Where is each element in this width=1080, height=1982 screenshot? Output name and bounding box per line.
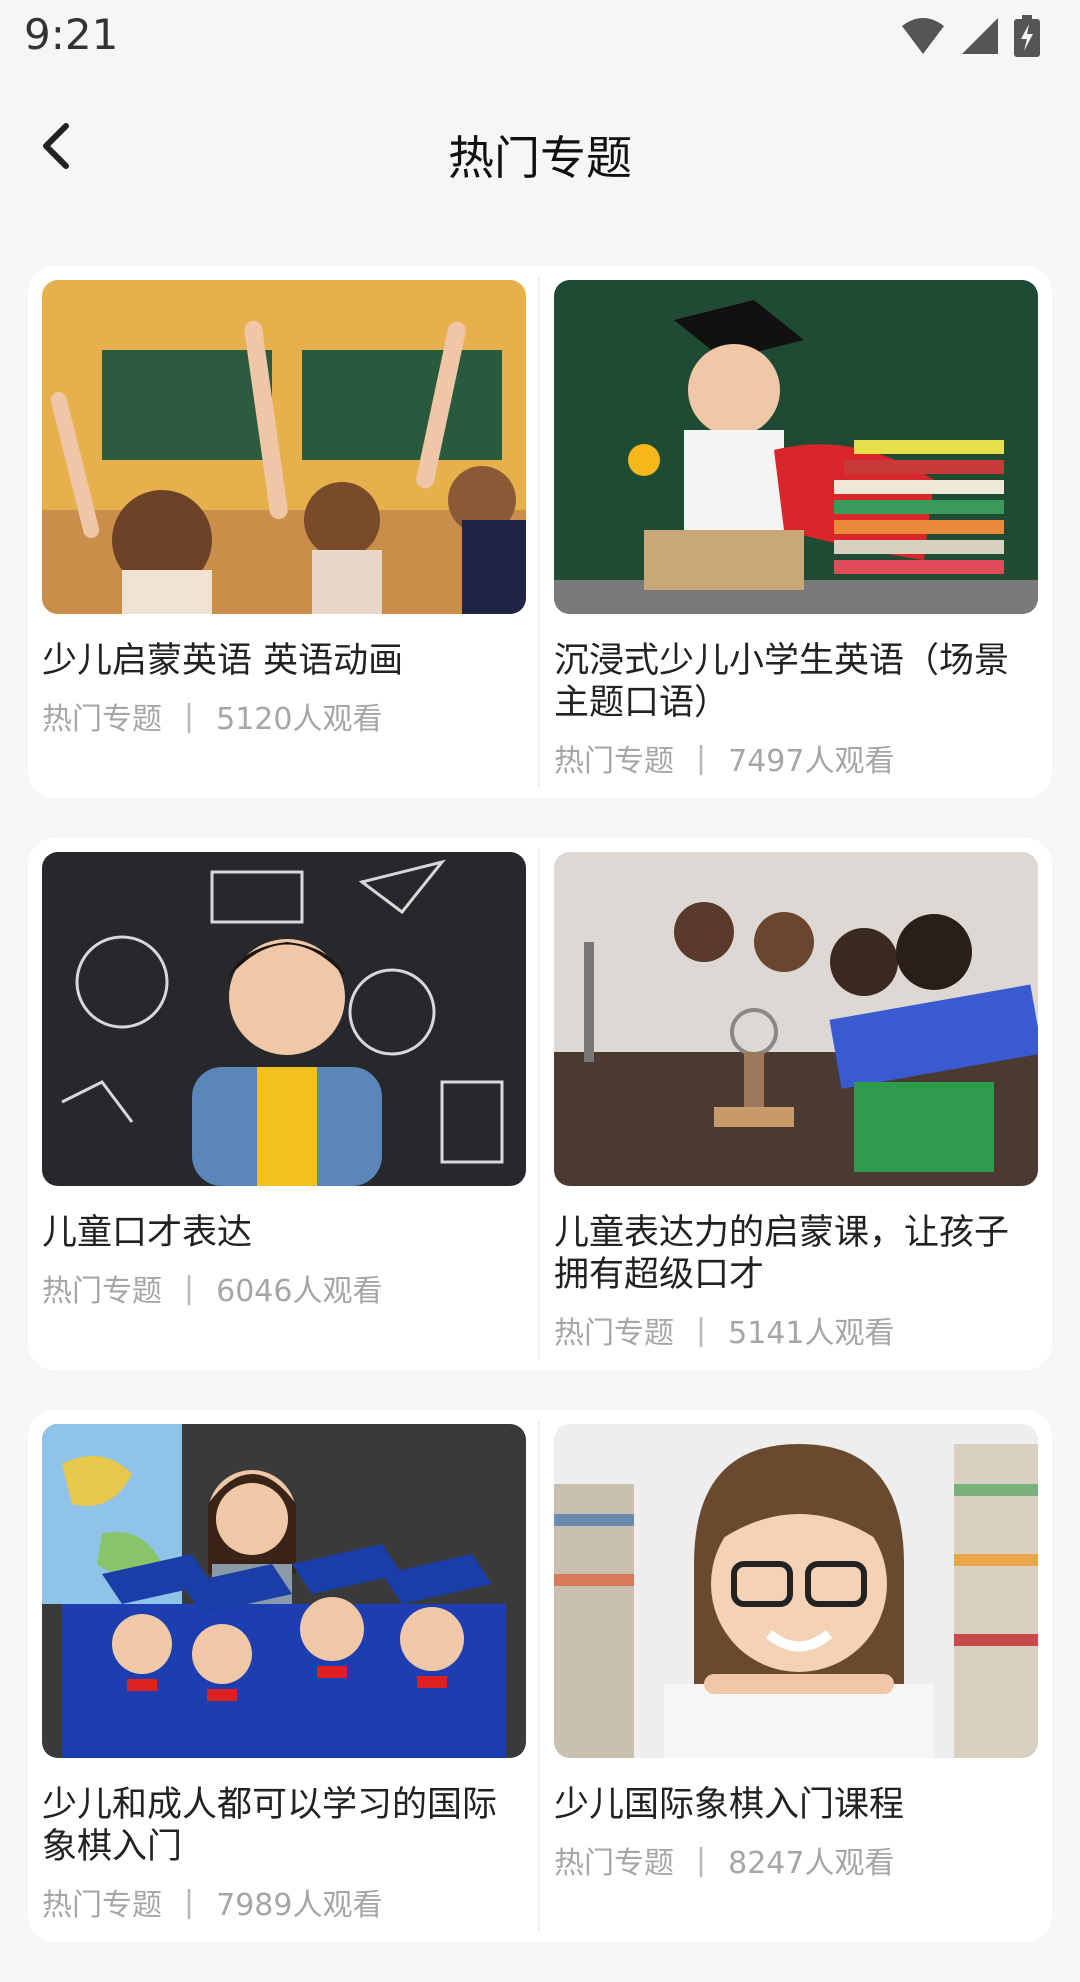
card-category: 热门专题 xyxy=(554,1846,674,1881)
card-meta: 热门专题 | 6046人观看 xyxy=(42,1266,526,1310)
card-row: 少儿和成人都可以学习的国际象棋入门 热门专题 | 7989人观看 少儿国际象棋入… xyxy=(28,1410,1052,1942)
topic-grid: 少儿启蒙英语 英语动画 热门专题 | 5120人观看 沉浸式少儿小学生英语（场景… xyxy=(28,266,1052,1982)
card-category: 热门专题 xyxy=(554,744,674,779)
card-category: 热门专题 xyxy=(42,702,162,737)
card-views: 5120人观看 xyxy=(216,702,383,737)
card-title: 沉浸式少儿小学生英语（场景主题口语） xyxy=(554,641,1010,723)
app-bar: 热门专题 xyxy=(0,76,1080,232)
status-time: 9:21 xyxy=(24,10,119,59)
card-title: 少儿国际象棋入门课程 xyxy=(554,1785,905,1825)
row-divider xyxy=(538,1420,540,1932)
row-divider xyxy=(538,848,540,1360)
card-views: 6046人观看 xyxy=(216,1274,383,1309)
wifi-icon xyxy=(902,18,944,54)
status-icons xyxy=(900,14,1040,58)
card-meta: 热门专题 | 7497人观看 xyxy=(554,736,1038,780)
topic-thumbnail xyxy=(554,280,1038,614)
cell-signal-icon xyxy=(962,18,998,54)
meta-separator: | xyxy=(696,1312,707,1348)
topic-thumbnail xyxy=(42,852,526,1186)
card-row: 儿童口才表达 热门专题 | 6046人观看 儿童表达力的启蒙课，让孩子拥有超级口… xyxy=(28,838,1052,1370)
card-views: 5141人观看 xyxy=(728,1316,895,1351)
card-views: 7497人观看 xyxy=(728,744,895,779)
card-title: 儿童表达力的启蒙课，让孩子拥有超级口才 xyxy=(554,1213,1010,1295)
topic-card[interactable]: 少儿国际象棋入门课程 热门专题 | 8247人观看 xyxy=(540,1410,1052,1942)
card-meta: 热门专题 | 5141人观看 xyxy=(554,1308,1038,1352)
card-title: 儿童口才表达 xyxy=(42,1213,253,1253)
card-meta: 热门专题 | 7989人观看 xyxy=(42,1880,526,1924)
card-category: 热门专题 xyxy=(554,1316,674,1351)
battery-icon xyxy=(1014,15,1040,57)
card-category: 热门专题 xyxy=(42,1274,162,1309)
card-views: 7989人观看 xyxy=(216,1888,383,1923)
topic-thumbnail xyxy=(42,280,526,614)
meta-separator: | xyxy=(696,740,707,776)
topic-card[interactable]: 儿童表达力的启蒙课，让孩子拥有超级口才 热门专题 | 5141人观看 xyxy=(540,838,1052,1370)
meta-separator: | xyxy=(184,698,195,734)
status-bar: 9:21 xyxy=(0,0,1080,76)
topic-card[interactable]: 儿童口才表达 热门专题 | 6046人观看 xyxy=(28,838,540,1370)
topic-thumbnail xyxy=(554,852,1038,1186)
topic-thumbnail xyxy=(42,1424,526,1758)
card-row: 少儿启蒙英语 英语动画 热门专题 | 5120人观看 沉浸式少儿小学生英语（场景… xyxy=(28,266,1052,798)
meta-separator: | xyxy=(184,1270,195,1306)
meta-separator: | xyxy=(696,1842,707,1878)
card-title: 少儿和成人都可以学习的国际象棋入门 xyxy=(42,1785,498,1867)
meta-separator: | xyxy=(184,1884,195,1920)
row-divider xyxy=(538,276,540,788)
topic-card[interactable]: 少儿和成人都可以学习的国际象棋入门 热门专题 | 7989人观看 xyxy=(28,1410,540,1942)
card-views: 8247人观看 xyxy=(728,1846,895,1881)
card-category: 热门专题 xyxy=(42,1888,162,1923)
page-title: 热门专题 xyxy=(448,131,632,185)
card-meta: 热门专题 | 5120人观看 xyxy=(42,694,526,738)
topic-card[interactable]: 沉浸式少儿小学生英语（场景主题口语） 热门专题 | 7497人观看 xyxy=(540,266,1052,798)
topic-thumbnail xyxy=(554,1424,1038,1758)
card-meta: 热门专题 | 8247人观看 xyxy=(554,1838,1038,1882)
card-title: 少儿启蒙英语 英语动画 xyxy=(42,641,404,681)
topic-card[interactable]: 少儿启蒙英语 英语动画 热门专题 | 5120人观看 xyxy=(28,266,540,798)
